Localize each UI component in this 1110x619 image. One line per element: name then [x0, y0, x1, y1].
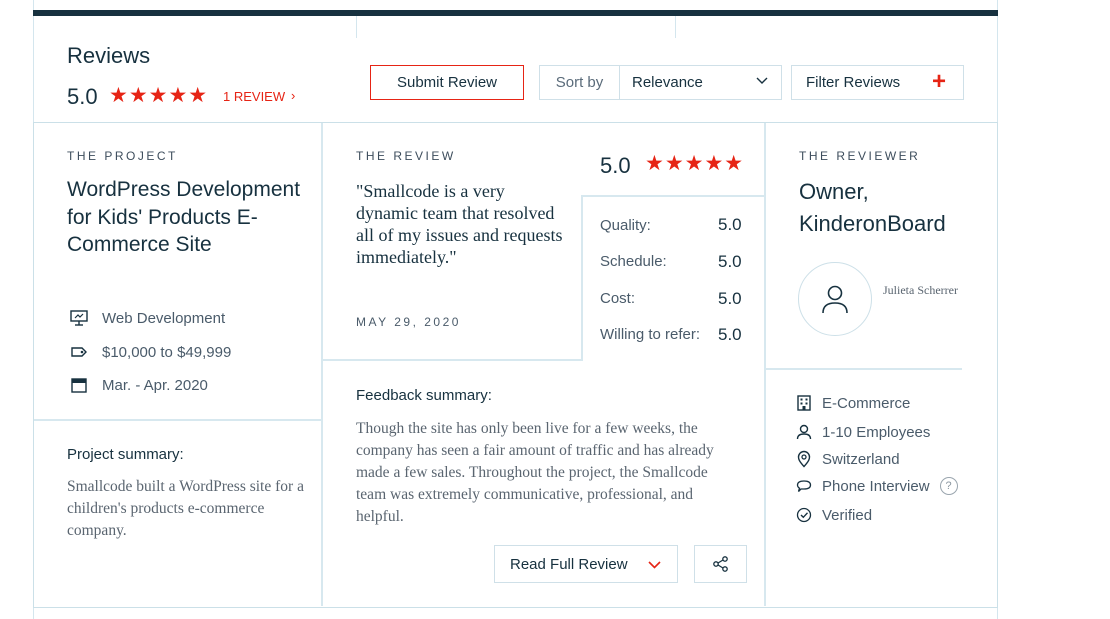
check-circle-icon — [796, 507, 812, 523]
section-divider — [34, 419, 321, 421]
chat-icon — [796, 480, 812, 492]
project-dates-text: Mar. - Apr. 2020 — [102, 376, 208, 394]
sort-value[interactable]: Relevance — [632, 66, 703, 99]
share-button[interactable] — [694, 545, 747, 583]
project-summary-heading: Project summary: — [67, 446, 184, 463]
filter-reviews-label: Filter Reviews — [806, 74, 901, 91]
project-budget-text: $10,000 to $49,999 — [102, 343, 232, 361]
rating-label-willing-to-refer: Willing to refer: — [600, 326, 701, 343]
project-budget: $10,000 to $49,999 — [69, 343, 231, 361]
presentation-icon — [70, 310, 88, 326]
project-section-label: THE PROJECT — [67, 149, 178, 163]
reviewer-interview-type: Phone Interview ? — [795, 477, 958, 495]
section-divider — [766, 368, 962, 370]
reviewer-title: Owner, KinderonBoard — [799, 179, 946, 236]
reviewer-employees: 1-10 Employees — [795, 423, 930, 441]
section-divider — [323, 359, 581, 361]
project-category-text: Web Development — [102, 309, 226, 327]
reviewer-name: Julieta Scherrer — [883, 283, 958, 297]
location-pin-icon — [797, 450, 811, 468]
project-dates: Mar. - Apr. 2020 — [69, 376, 208, 394]
rating-label-cost: Cost: — [600, 290, 636, 307]
rating-label-schedule: Schedule: — [600, 253, 667, 270]
chevron-right-icon[interactable]: › — [291, 88, 295, 103]
person-icon — [796, 424, 812, 440]
project-category: Web Development — [69, 309, 225, 327]
review-score: 5.0 — [600, 153, 631, 178]
rating-label-quality: Quality: — [600, 217, 651, 234]
column-divider — [321, 123, 323, 606]
avatar — [798, 262, 872, 336]
reviewer-verified: Verified — [795, 506, 872, 524]
chevron-down-icon[interactable] — [755, 74, 769, 88]
reviewer-interview-type-text: Phone Interview — [822, 477, 930, 495]
feedback-summary-text: Though the site has only been live for a… — [356, 420, 714, 525]
rating-value-quality: 5.0 — [718, 215, 742, 234]
reviewer-verified-text: Verified — [822, 506, 873, 524]
project-summary-text: Smallcode built a WordPress site for a c… — [67, 478, 304, 539]
plus-icon[interactable]: + — [932, 68, 946, 96]
read-full-review-label: Read Full Review — [510, 555, 628, 573]
rating-value-schedule: 5.0 — [718, 252, 742, 271]
sort-label: Sort by — [540, 66, 620, 99]
sort-select[interactable]: Sort by Relevance — [539, 65, 782, 100]
share-icon — [712, 556, 728, 572]
column-divider — [764, 123, 766, 606]
review-quote: "Smallcode is a very dynamic team that r… — [356, 181, 563, 267]
reviewer-location: Switzerland — [795, 450, 900, 468]
user-icon — [822, 285, 848, 314]
calendar-icon — [71, 378, 87, 393]
submit-review-button[interactable]: Submit Review — [370, 65, 524, 100]
reviewer-employees-text: 1-10 Employees — [822, 423, 931, 441]
review-date: MAY 29, 2020 — [356, 315, 461, 329]
reviewer-industry-text: E-Commerce — [822, 394, 911, 412]
overall-score: 5.0 — [67, 84, 98, 109]
feedback-summary-heading: Feedback summary: — [356, 387, 492, 404]
reviewer-location-text: Switzerland — [822, 450, 900, 468]
top-accent-bar — [33, 10, 998, 16]
section-divider — [581, 195, 764, 197]
section-divider — [581, 195, 583, 361]
project-title: WordPress Development for Kids' Products… — [67, 178, 301, 256]
read-full-review-button[interactable]: Read Full Review — [494, 545, 678, 583]
top-divider — [356, 16, 357, 38]
rating-value-cost: 5.0 — [718, 289, 742, 308]
review-section-label: THE REVIEW — [356, 149, 456, 163]
reviews-heading: Reviews — [67, 43, 151, 68]
overall-star-rating: ★★★★★ — [109, 84, 209, 107]
reviewer-industry: E-Commerce — [795, 394, 910, 412]
tag-icon — [71, 347, 87, 357]
chevron-down-icon — [648, 561, 661, 569]
reviewer-section-label: THE REVIEWER — [799, 149, 921, 163]
top-divider — [675, 16, 676, 38]
building-icon — [797, 395, 811, 411]
help-icon[interactable]: ? — [939, 477, 958, 495]
rating-value-willing-to-refer: 5.0 — [718, 325, 742, 344]
review-star-rating: ★★★★★ — [645, 152, 745, 175]
review-count-link[interactable]: 1 REVIEW — [223, 89, 285, 104]
